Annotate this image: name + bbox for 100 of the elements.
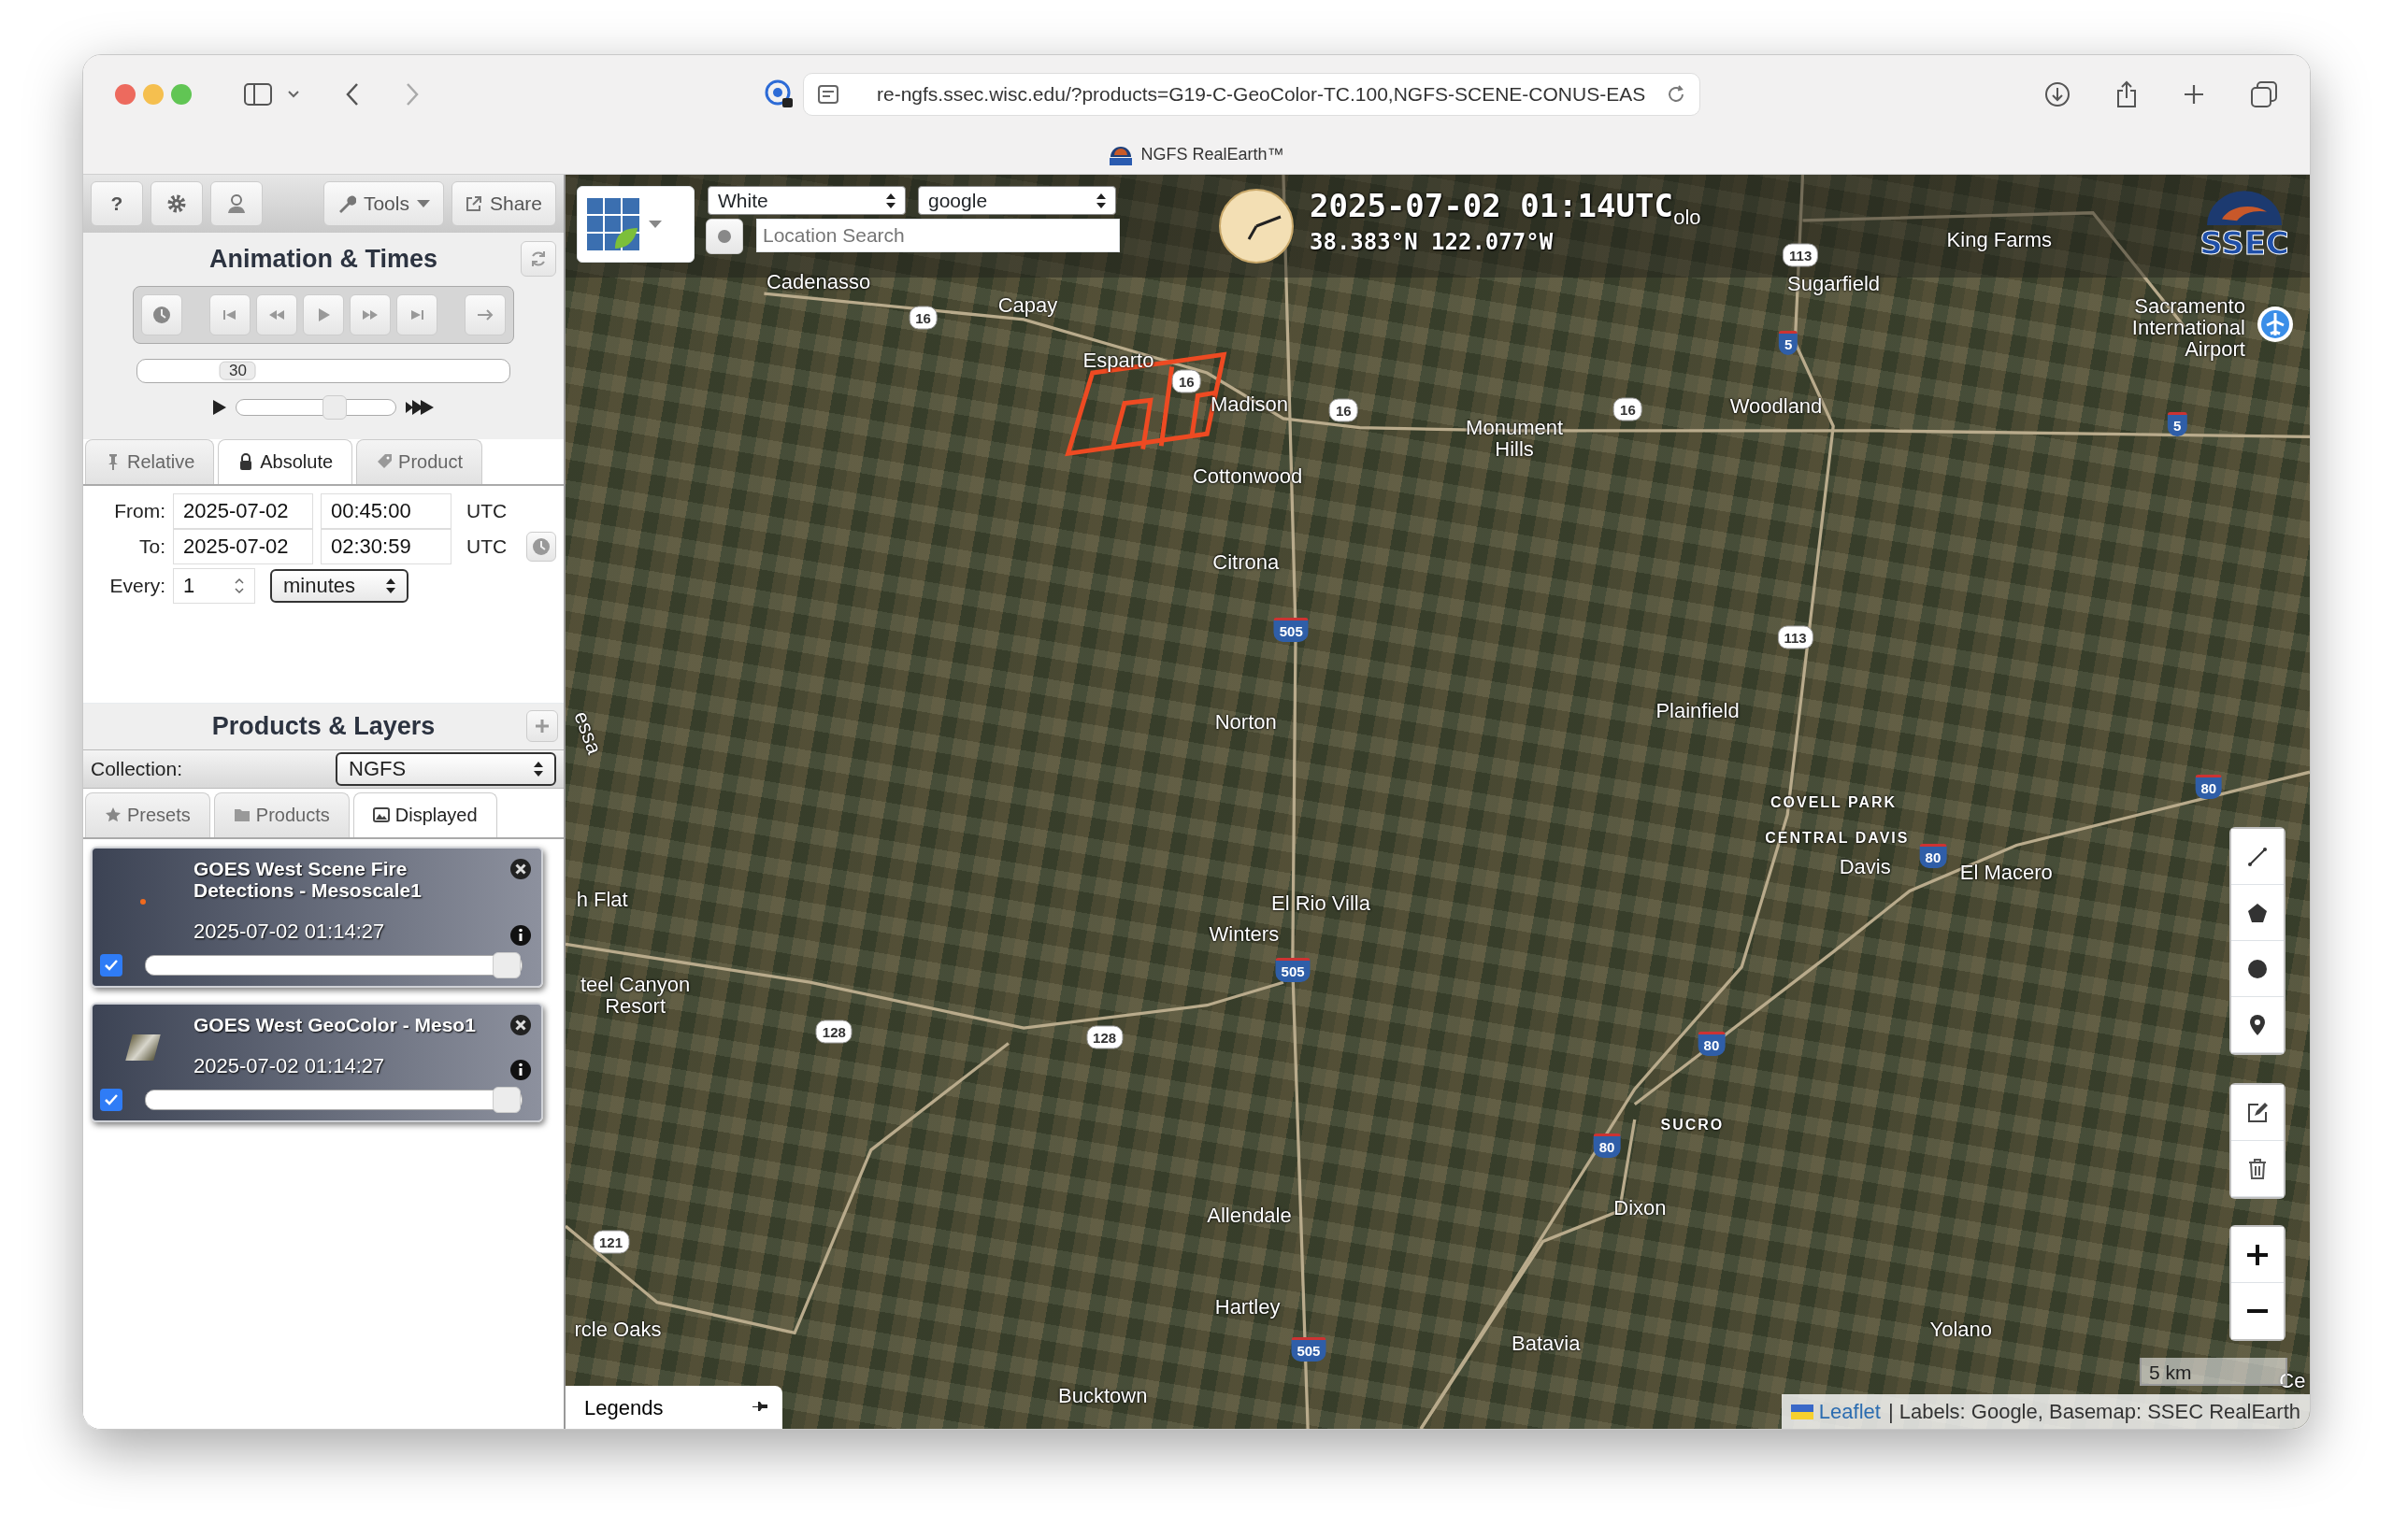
tools-button[interactable]: Tools — [322, 181, 444, 226]
opacity-slider[interactable] — [145, 954, 523, 976]
slider-thumb[interactable] — [493, 1086, 521, 1113]
legends-tab[interactable]: Legends — [566, 1386, 782, 1429]
highway-shield: 16 — [1171, 369, 1201, 393]
tab[interactable]: Displayed — [352, 791, 497, 837]
place-label: Allendale — [1207, 1205, 1292, 1227]
share-icon[interactable] — [2115, 80, 2138, 108]
info-icon[interactable] — [509, 923, 532, 947]
unit-select[interactable]: minutes — [270, 568, 408, 603]
date-field[interactable]: 2025-07-02 — [173, 492, 313, 529]
checkbox[interactable] — [100, 1088, 122, 1111]
labels-select[interactable]: google — [918, 186, 1116, 215]
highway-shield: 5 — [2168, 412, 2187, 437]
share-button[interactable]: Share — [451, 181, 556, 226]
highway-shield: 80 — [1593, 1133, 1621, 1158]
play-button[interactable] — [303, 293, 344, 335]
grid-map-icon — [585, 196, 641, 252]
first-frame-button[interactable] — [209, 293, 251, 335]
number-field[interactable]: 1 — [173, 567, 255, 604]
highway-shield: 505 — [1291, 1337, 1326, 1362]
slider-thumb[interactable] — [493, 951, 521, 978]
reload-icon[interactable] — [1666, 84, 1686, 105]
info-icon[interactable] — [509, 1058, 532, 1081]
refresh-button[interactable] — [521, 241, 556, 278]
edit-button[interactable] — [2231, 1085, 2284, 1141]
select-arrows-icon — [886, 192, 896, 209]
opacity-slider[interactable] — [145, 1089, 523, 1110]
caret-icon — [416, 200, 430, 207]
layers-button[interactable] — [577, 186, 695, 263]
place-label: Plainfield — [1655, 700, 1740, 722]
last-frame-button[interactable] — [396, 293, 437, 335]
slider-thumb[interactable] — [322, 394, 348, 420]
highway-shield: 113 — [1777, 625, 1813, 649]
highway-shield: 5 — [1778, 330, 1798, 355]
location-search-field[interactable]: Location Search — [756, 219, 1120, 252]
place-label: Woodland — [1729, 395, 1823, 418]
field-label: To: — [138, 534, 165, 559]
place-label: Yolano — [1929, 1319, 1993, 1341]
slider-handle[interactable]: 30 — [220, 361, 256, 380]
user-icon — [225, 193, 248, 214]
place-label: El Macero — [1959, 862, 2053, 885]
sidebar-icon[interactable] — [244, 83, 272, 106]
tab[interactable]: Absolute — [218, 438, 353, 484]
time-field[interactable]: 00:45:00 — [321, 492, 451, 529]
tab[interactable]: Presets — [85, 791, 210, 837]
record-button[interactable] — [706, 219, 743, 254]
shield-lock-icon[interactable] — [764, 78, 795, 110]
dot-icon — [717, 229, 732, 244]
highway-shield: 128 — [1086, 1025, 1124, 1049]
window-control-button[interactable] — [115, 84, 136, 105]
select-arrows-icon — [534, 760, 543, 777]
checkbox[interactable] — [100, 953, 122, 977]
back-icon[interactable] — [345, 82, 360, 107]
satellite-map[interactable] — [566, 175, 2310, 1429]
highway-shield: 16 — [909, 306, 938, 330]
close-icon[interactable] — [509, 1013, 532, 1036]
timezone-label: UTC — [466, 498, 508, 523]
highway-shield: 121 — [593, 1230, 630, 1254]
tab[interactable]: Products — [213, 791, 350, 837]
layer-title: GOES West Scene Fire Detections - Mesoscale1 — [193, 857, 423, 901]
image-icon — [372, 806, 390, 823]
ssec-logo: SSEC — [2188, 188, 2300, 272]
tabs-icon[interactable] — [2250, 80, 2278, 108]
chevron-down-icon[interactable] — [287, 90, 300, 99]
help-button[interactable]: ? — [91, 181, 143, 226]
user-button[interactable] — [210, 181, 263, 226]
page-icon — [817, 84, 839, 105]
slow-play-icon — [211, 397, 228, 417]
settings-button[interactable] — [150, 181, 203, 226]
tab-title[interactable]: NGFS RealEarth™ — [1140, 141, 1284, 167]
place-label: SUCRO — [1660, 1117, 1725, 1134]
tab[interactable]: Relative — [85, 438, 215, 484]
loop-slider[interactable]: 30 — [136, 358, 510, 383]
highway-shield: 80 — [1698, 1032, 1726, 1056]
field-label: From: — [113, 498, 165, 523]
place-label: El Rio Villa — [1271, 892, 1370, 915]
clock-button[interactable] — [526, 531, 556, 562]
fast-forward-button[interactable] — [350, 293, 391, 335]
leaflet-link[interactable]: Leaflet — [1790, 1396, 1881, 1427]
zoom-in-button[interactable] — [2231, 1227, 2284, 1283]
add-button[interactable] — [526, 710, 558, 742]
check-icon — [104, 1092, 119, 1106]
minus-icon — [2246, 1309, 2269, 1313]
place-label: Norton — [1214, 711, 1277, 734]
rewind-button[interactable] — [256, 293, 297, 335]
basemap-select[interactable]: White — [708, 186, 906, 215]
place-label: Bucktown — [1058, 1385, 1148, 1407]
date-field[interactable]: 2025-07-02 — [173, 528, 313, 564]
tab[interactable]: Product — [356, 438, 483, 484]
place-label: Capay — [997, 294, 1058, 317]
close-icon[interactable] — [509, 857, 532, 880]
time-field[interactable]: 02:30:59 — [321, 528, 451, 564]
place-label: Batavia — [1512, 1333, 1581, 1355]
place-label: Cottonwood — [1192, 465, 1303, 488]
check-icon — [104, 958, 119, 972]
collection-select[interactable]: NGFS — [336, 751, 556, 786]
clock-button[interactable] — [141, 293, 182, 335]
plus-icon[interactable] — [2183, 83, 2205, 106]
download-icon[interactable] — [2044, 81, 2071, 107]
